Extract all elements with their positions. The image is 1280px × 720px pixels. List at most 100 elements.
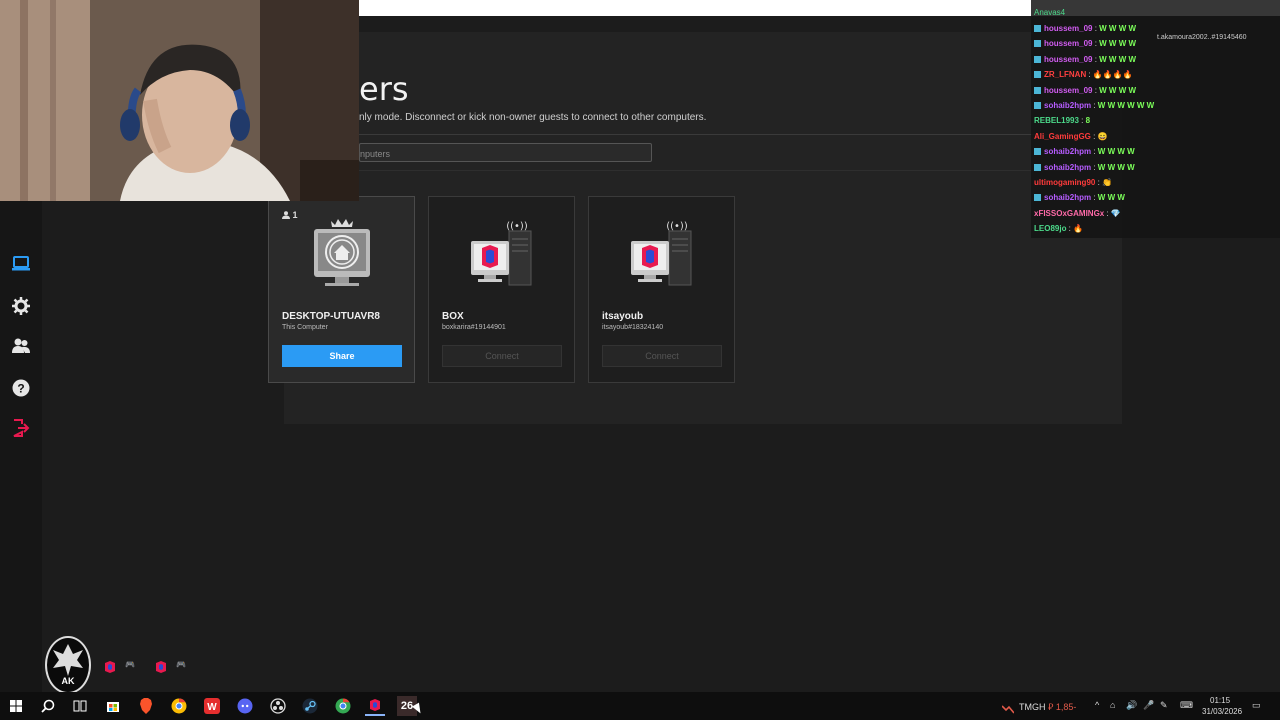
stock-name: TMGH — [1019, 702, 1046, 712]
page-title: ers — [359, 70, 409, 108]
chat-badge-icon — [1034, 148, 1041, 156]
steam-icon[interactable] — [300, 696, 320, 716]
chat-username: xFISSOxGAMINGx — [1034, 208, 1105, 218]
chat-username: LEO89jo — [1034, 224, 1067, 234]
chat-text: 💎 — [1110, 208, 1121, 218]
search-input[interactable] — [359, 143, 652, 162]
computer-subtitle: This Computer — [282, 324, 328, 331]
gamepad-icon: 🎮 — [125, 660, 135, 669]
chat-top-user: Anavas4 — [1034, 8, 1066, 17]
chrome-profile-icon[interactable] — [333, 696, 353, 716]
brave-icon[interactable] — [136, 696, 156, 716]
svg-text:W: W — [207, 702, 217, 713]
help-icon[interactable]: ? — [9, 376, 33, 400]
computer-subtitle: itsayoub#18324140 — [602, 324, 664, 331]
stock-change: ⃄ 1,85- — [1048, 702, 1077, 712]
chat-message: xFISSOxGAMINGx : 💎 — [1034, 208, 1121, 218]
chat-badge-icon — [1034, 102, 1041, 109]
divider — [359, 134, 1080, 135]
obs-icon[interactable] — [268, 696, 288, 716]
wps-icon[interactable]: W — [202, 696, 222, 716]
connect-button[interactable]: Connect — [602, 345, 722, 367]
computers-nav-icon[interactable] — [9, 252, 33, 276]
computer-card-itsayoub[interactable]: ((•)) itsayoub itsayoub#18324140 Connect — [588, 196, 735, 383]
computer-name: DESKTOP-UTUAVR8 — [282, 311, 380, 322]
page-subtitle: nly mode. Disconnect or kick non-owner g… — [359, 112, 707, 123]
chat-text: W W W W — [1097, 162, 1135, 172]
chat-username: sohaib2hpm — [1044, 162, 1092, 172]
users-icon[interactable] — [9, 334, 33, 358]
logout-icon[interactable] — [9, 416, 33, 440]
chat-username: houssem_09 — [1044, 39, 1093, 49]
notification-icon[interactable]: ▭ — [1252, 700, 1261, 711]
chat-username: houssem_09 — [1044, 24, 1093, 33]
discord-icon[interactable] — [235, 696, 255, 716]
chat-text: W W W W — [1099, 24, 1137, 33]
chat-text: 👏 — [1102, 178, 1112, 187]
volume-icon[interactable]: 🔊 — [1126, 700, 1137, 711]
chrome-icon[interactable] — [169, 696, 189, 716]
chat-message: sohaib2hpm : W W W W — [1034, 163, 1135, 172]
stock-trend-icon — [1001, 701, 1015, 714]
divider — [359, 170, 1080, 171]
computer-subtitle: boxkarira#19144901 — [442, 324, 506, 331]
chat-badge-icon — [1034, 25, 1041, 32]
chat-badge-icon — [1034, 163, 1041, 171]
streamer-logo: AK — [45, 636, 91, 694]
chat-message: sohaib2hpm : W W W — [1034, 193, 1125, 202]
clock-date[interactable]: 31/03/2026 — [1202, 707, 1242, 716]
store-icon[interactable] — [103, 696, 123, 716]
task-view-icon[interactable] — [70, 696, 90, 716]
chat-message: sohaib2hpm : W W W W — [1034, 147, 1135, 156]
chat-username: ultimogaming90 — [1034, 178, 1096, 187]
chat-message: houssem_09 : W W W W — [1034, 55, 1136, 64]
home-computer-icon — [307, 217, 377, 289]
svg-text:AK: AK — [62, 676, 75, 686]
taskbar: W 26 TMGH ⃄ 1,85- ^ ⌂ 🔊 🎤 ✎ ⌨ 01:15 31/0… — [0, 692, 1280, 720]
chat-text: 🔥 — [1073, 224, 1084, 234]
chat-username: sohaib2hpm — [1044, 101, 1092, 110]
share-button[interactable]: Share — [282, 345, 402, 367]
mic-icon[interactable]: 🎤 — [1143, 700, 1154, 711]
connect-button[interactable]: Connect — [442, 345, 562, 367]
chat-badge-icon — [1034, 194, 1041, 202]
computer-card-box[interactable]: ((•)) BOX boxkarira#19144901 Connect — [428, 196, 575, 383]
chat-text: W W W W W W — [1097, 101, 1155, 110]
chat-username: Ali_GamingGG — [1034, 131, 1091, 141]
pen-icon[interactable]: ✎ — [1160, 700, 1168, 711]
chat-text: W W W W — [1099, 39, 1137, 49]
computer-name: itsayoub — [602, 311, 644, 322]
search-icon[interactable] — [38, 696, 58, 716]
network-icon[interactable]: ⌂ — [1110, 700, 1115, 710]
parsec-icon[interactable] — [365, 696, 385, 716]
clock-time[interactable]: 01:15 — [1210, 696, 1230, 705]
chat-username: REBEL1993 — [1034, 116, 1079, 126]
keyboard-icon[interactable]: ⌨ — [1180, 700, 1193, 711]
parsec-mini-icon — [104, 660, 116, 674]
chat-message: houssem_09 : W W W W — [1034, 39, 1136, 48]
webcam-overlay — [0, 0, 359, 201]
chevron-up-icon[interactable]: ^ — [1095, 700, 1099, 710]
chat-message: houssem_09 : W W W W — [1034, 24, 1136, 33]
gear-icon[interactable] — [9, 294, 33, 318]
computer-name: BOX — [442, 311, 464, 322]
chat-message: houssem_09 : W W W W — [1034, 86, 1136, 95]
computer-card-desktop[interactable]: 1 DESKTOP-UTUAVR8 This Computer Share — [268, 196, 415, 383]
chat-badge-icon — [1034, 71, 1041, 79]
chat-text: 😄 — [1097, 131, 1108, 141]
chat-username: houssem_09 — [1044, 85, 1093, 95]
chat-message: ultimogaming90 : 👏 — [1034, 178, 1112, 187]
chat-message: ZR_LFNAN : 🔥🔥🔥🔥 — [1034, 70, 1133, 79]
chat-message: sohaib2hpm : W W W W W W — [1034, 101, 1154, 110]
chat-message: REBEL1993 : 8 — [1034, 116, 1091, 126]
chat-text: 🔥🔥🔥🔥 — [1092, 70, 1133, 80]
chat-text: 8 — [1085, 116, 1091, 126]
chat-badge-icon — [1034, 40, 1041, 48]
chat-username: sohaib2hpm — [1044, 193, 1092, 203]
svg-text:((•)): ((•)) — [506, 221, 528, 232]
remote-computer-icon: ((•)) — [627, 217, 697, 289]
chat-username: ZR_LFNAN — [1044, 70, 1087, 80]
chat-message: LEO89jo : 🔥 — [1034, 224, 1084, 234]
start-icon[interactable] — [6, 696, 26, 716]
chat-badge-icon — [1034, 55, 1041, 63]
